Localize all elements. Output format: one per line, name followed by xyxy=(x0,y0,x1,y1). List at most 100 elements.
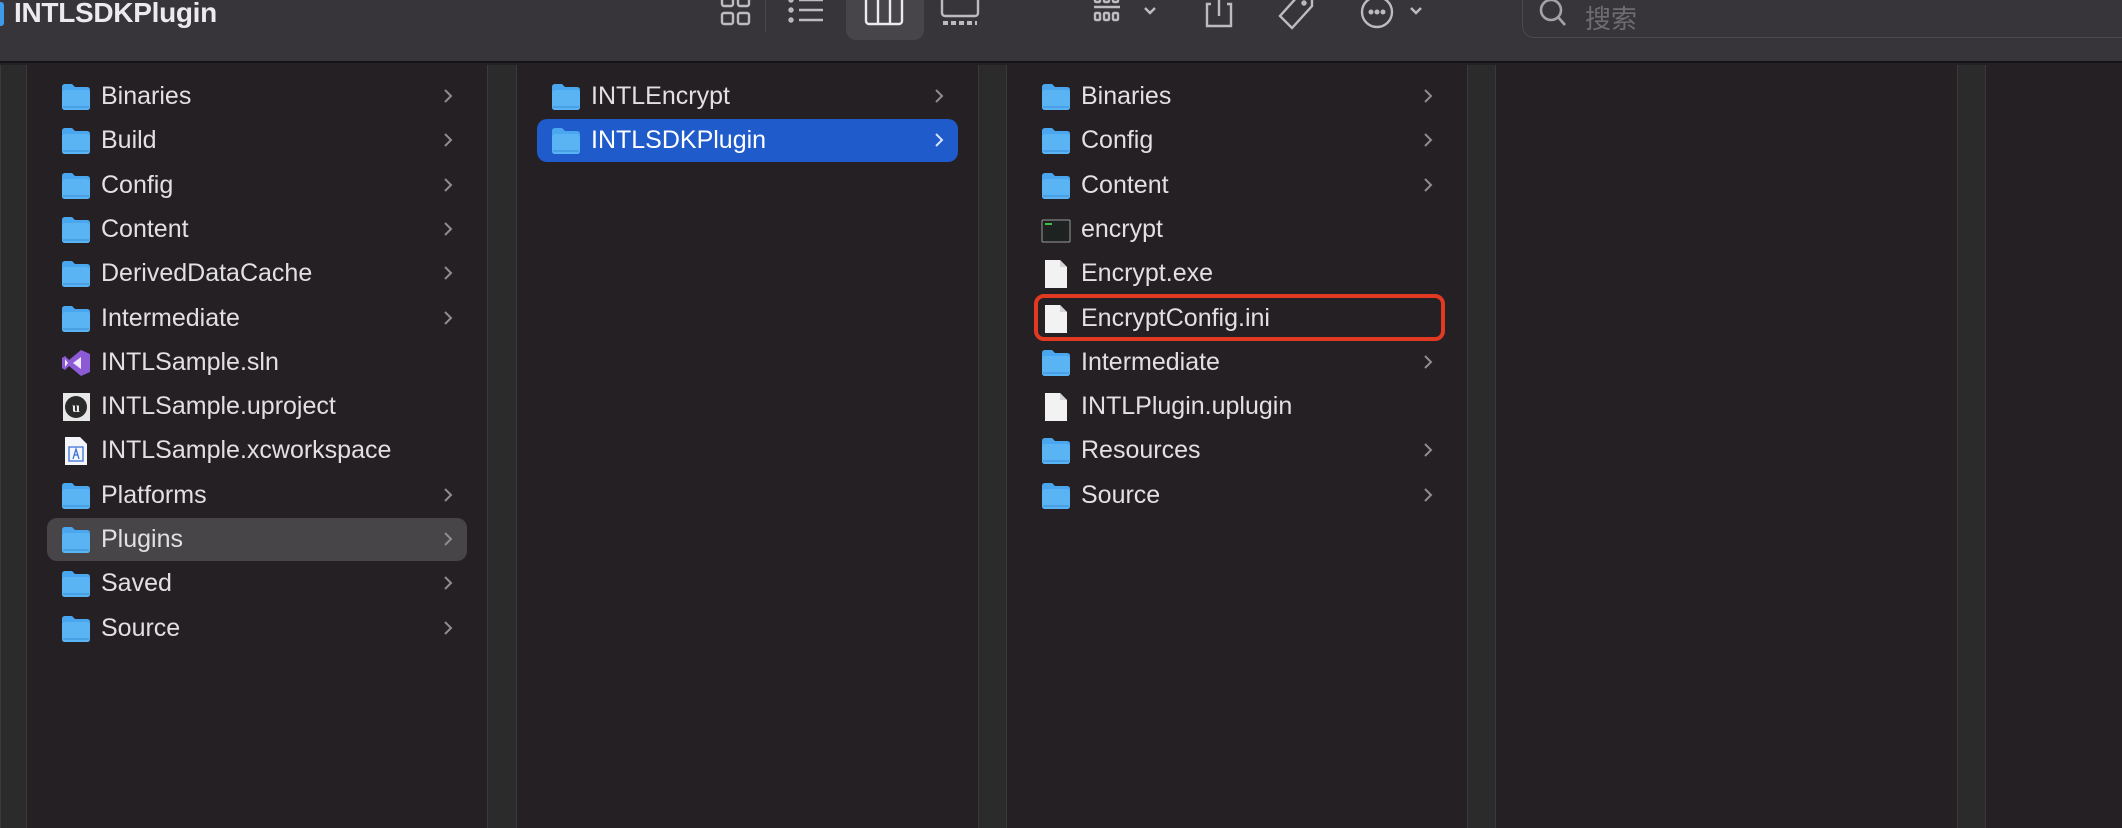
file-item-intlsample-sln[interactable]: INTLSample.sln xyxy=(47,341,467,384)
chevron-right-icon xyxy=(1421,129,1435,151)
column-resize-handle[interactable] xyxy=(1467,65,1496,828)
folder-icon xyxy=(1041,127,1071,155)
file-item-label: Build xyxy=(101,126,157,155)
file-item-source[interactable]: Source xyxy=(47,607,467,650)
share-button[interactable] xyxy=(1202,0,1236,36)
more-button[interactable] xyxy=(1360,0,1430,36)
group-button[interactable] xyxy=(1092,0,1162,36)
folder-icon xyxy=(61,216,91,244)
document-icon xyxy=(1041,260,1071,289)
list-icon xyxy=(788,0,823,23)
file-item-label: Content xyxy=(1081,170,1169,199)
column-resize-handle[interactable] xyxy=(978,65,1007,828)
chevron-down-icon xyxy=(1144,7,1156,15)
column-resize-handle[interactable] xyxy=(487,65,517,828)
chevron-right-icon xyxy=(441,218,455,240)
chevron-right-icon xyxy=(1421,351,1435,373)
unreal-engine-icon: u xyxy=(61,393,91,422)
gallery-icon xyxy=(940,0,980,25)
chevron-right-icon xyxy=(1421,439,1435,461)
file-item-label: Encrypt.exe xyxy=(1081,259,1214,288)
document-icon xyxy=(1041,393,1071,422)
file-item-label: Binaries xyxy=(1081,82,1172,110)
file-item-label: Source xyxy=(101,613,181,642)
gallery-view-button[interactable] xyxy=(940,0,980,36)
folder-icon xyxy=(61,526,91,554)
folder-icon xyxy=(61,305,91,333)
folder-icon xyxy=(551,83,581,111)
file-item-config[interactable]: Config xyxy=(47,164,467,207)
file-item-encrypt[interactable]: encrypt xyxy=(1027,208,1447,251)
file-item-label: EncryptConfig.ini xyxy=(1081,303,1270,332)
column-view-button[interactable] xyxy=(864,0,906,36)
file-item-config[interactable]: Config xyxy=(1027,119,1447,162)
chevron-right-icon xyxy=(441,484,455,506)
file-item-label: Plugins xyxy=(101,525,183,553)
chevron-right-icon xyxy=(441,174,455,196)
icon-view-button[interactable] xyxy=(718,0,754,36)
file-item-binaries[interactable]: Binaries xyxy=(47,75,467,118)
folder-icon xyxy=(1041,83,1071,111)
chevron-right-icon xyxy=(441,307,455,329)
search-icon xyxy=(1539,0,1566,26)
file-item-deriveddatacache[interactable]: DerivedDataCache xyxy=(47,252,467,295)
folder-icon xyxy=(61,127,91,155)
folder-icon xyxy=(551,127,581,155)
file-item-source[interactable]: Source xyxy=(1027,474,1447,517)
file-item-label: INTLSample.xcworkspace xyxy=(101,436,392,465)
file-item-platforms[interactable]: Platforms xyxy=(47,474,467,517)
column-resize-handle[interactable] xyxy=(1957,65,1986,828)
folder-icon xyxy=(61,482,91,510)
share-icon xyxy=(1205,0,1233,28)
tag-button[interactable] xyxy=(1274,0,1318,36)
file-item-binaries[interactable]: Binaries xyxy=(1027,75,1447,118)
folder-icon xyxy=(61,260,91,288)
column-resize-handle[interactable] xyxy=(0,65,27,828)
chevron-right-icon xyxy=(1421,85,1435,107)
folder-icon xyxy=(0,2,4,26)
file-item-encryptconfig-ini[interactable]: EncryptConfig.ini xyxy=(1027,297,1447,340)
column-1: Binaries Build Config Content DerivedDataCac… xyxy=(27,65,487,828)
file-item-plugins[interactable]: Plugins xyxy=(47,518,467,561)
folder-icon xyxy=(1041,482,1071,510)
file-item-intermediate[interactable]: Intermediate xyxy=(47,297,467,340)
file-item-label: INTLSample.uproject xyxy=(101,392,336,421)
columns-icon xyxy=(864,0,904,26)
column-5 xyxy=(1986,65,2122,828)
file-item-label: INTLPlugin.uplugin xyxy=(1081,392,1293,421)
chevron-right-icon xyxy=(441,129,455,151)
chevron-right-icon xyxy=(441,617,455,639)
search-placeholder: 搜索 xyxy=(1585,4,1638,34)
file-item-label: encrypt xyxy=(1081,214,1163,243)
file-item-intlsdkplugin[interactable]: INTLSDKPlugin xyxy=(537,119,958,163)
column-4 xyxy=(1496,65,1957,828)
chevron-right-icon xyxy=(1421,484,1435,506)
file-item-intlencrypt[interactable]: INTLEncrypt xyxy=(537,75,958,118)
xcode-workspace-icon xyxy=(61,437,91,466)
file-item-label: Platforms xyxy=(101,480,207,509)
list-view-button[interactable] xyxy=(787,0,827,36)
file-item-label: DerivedDataCache xyxy=(101,259,313,288)
file-item-encrypt-exe[interactable]: Encrypt.exe xyxy=(1027,252,1447,295)
file-item-intlsample-uproject[interactable]: u INTLSample.uproject xyxy=(47,385,467,428)
ellipsis-circle-icon xyxy=(1360,0,1422,29)
file-item-intlplugin-uplugin[interactable]: INTLPlugin.uplugin xyxy=(1027,385,1447,428)
file-item-content[interactable]: Content xyxy=(47,208,467,251)
file-item-intermediate[interactable]: Intermediate xyxy=(1027,341,1447,384)
search-field[interactable]: 搜索 xyxy=(1522,0,2122,38)
folder-icon xyxy=(61,83,91,111)
file-item-label: Resources xyxy=(1081,436,1201,465)
chevron-right-icon xyxy=(932,85,946,107)
folder-icon xyxy=(1041,437,1071,465)
file-item-build[interactable]: Build xyxy=(47,119,467,162)
tag-icon xyxy=(1278,0,1314,30)
file-item-label: Intermediate xyxy=(1081,347,1220,376)
chevron-right-icon xyxy=(1421,174,1435,196)
chevron-down-icon xyxy=(1410,7,1422,15)
file-item-intlsample-xcworkspace[interactable]: INTLSample.xcworkspace xyxy=(47,429,467,472)
visual-studio-icon xyxy=(61,349,91,377)
file-item-saved[interactable]: Saved xyxy=(47,562,467,605)
file-item-resources[interactable]: Resources xyxy=(1027,429,1447,472)
file-item-content[interactable]: Content xyxy=(1027,164,1447,207)
file-item-label: Source xyxy=(1081,480,1161,509)
